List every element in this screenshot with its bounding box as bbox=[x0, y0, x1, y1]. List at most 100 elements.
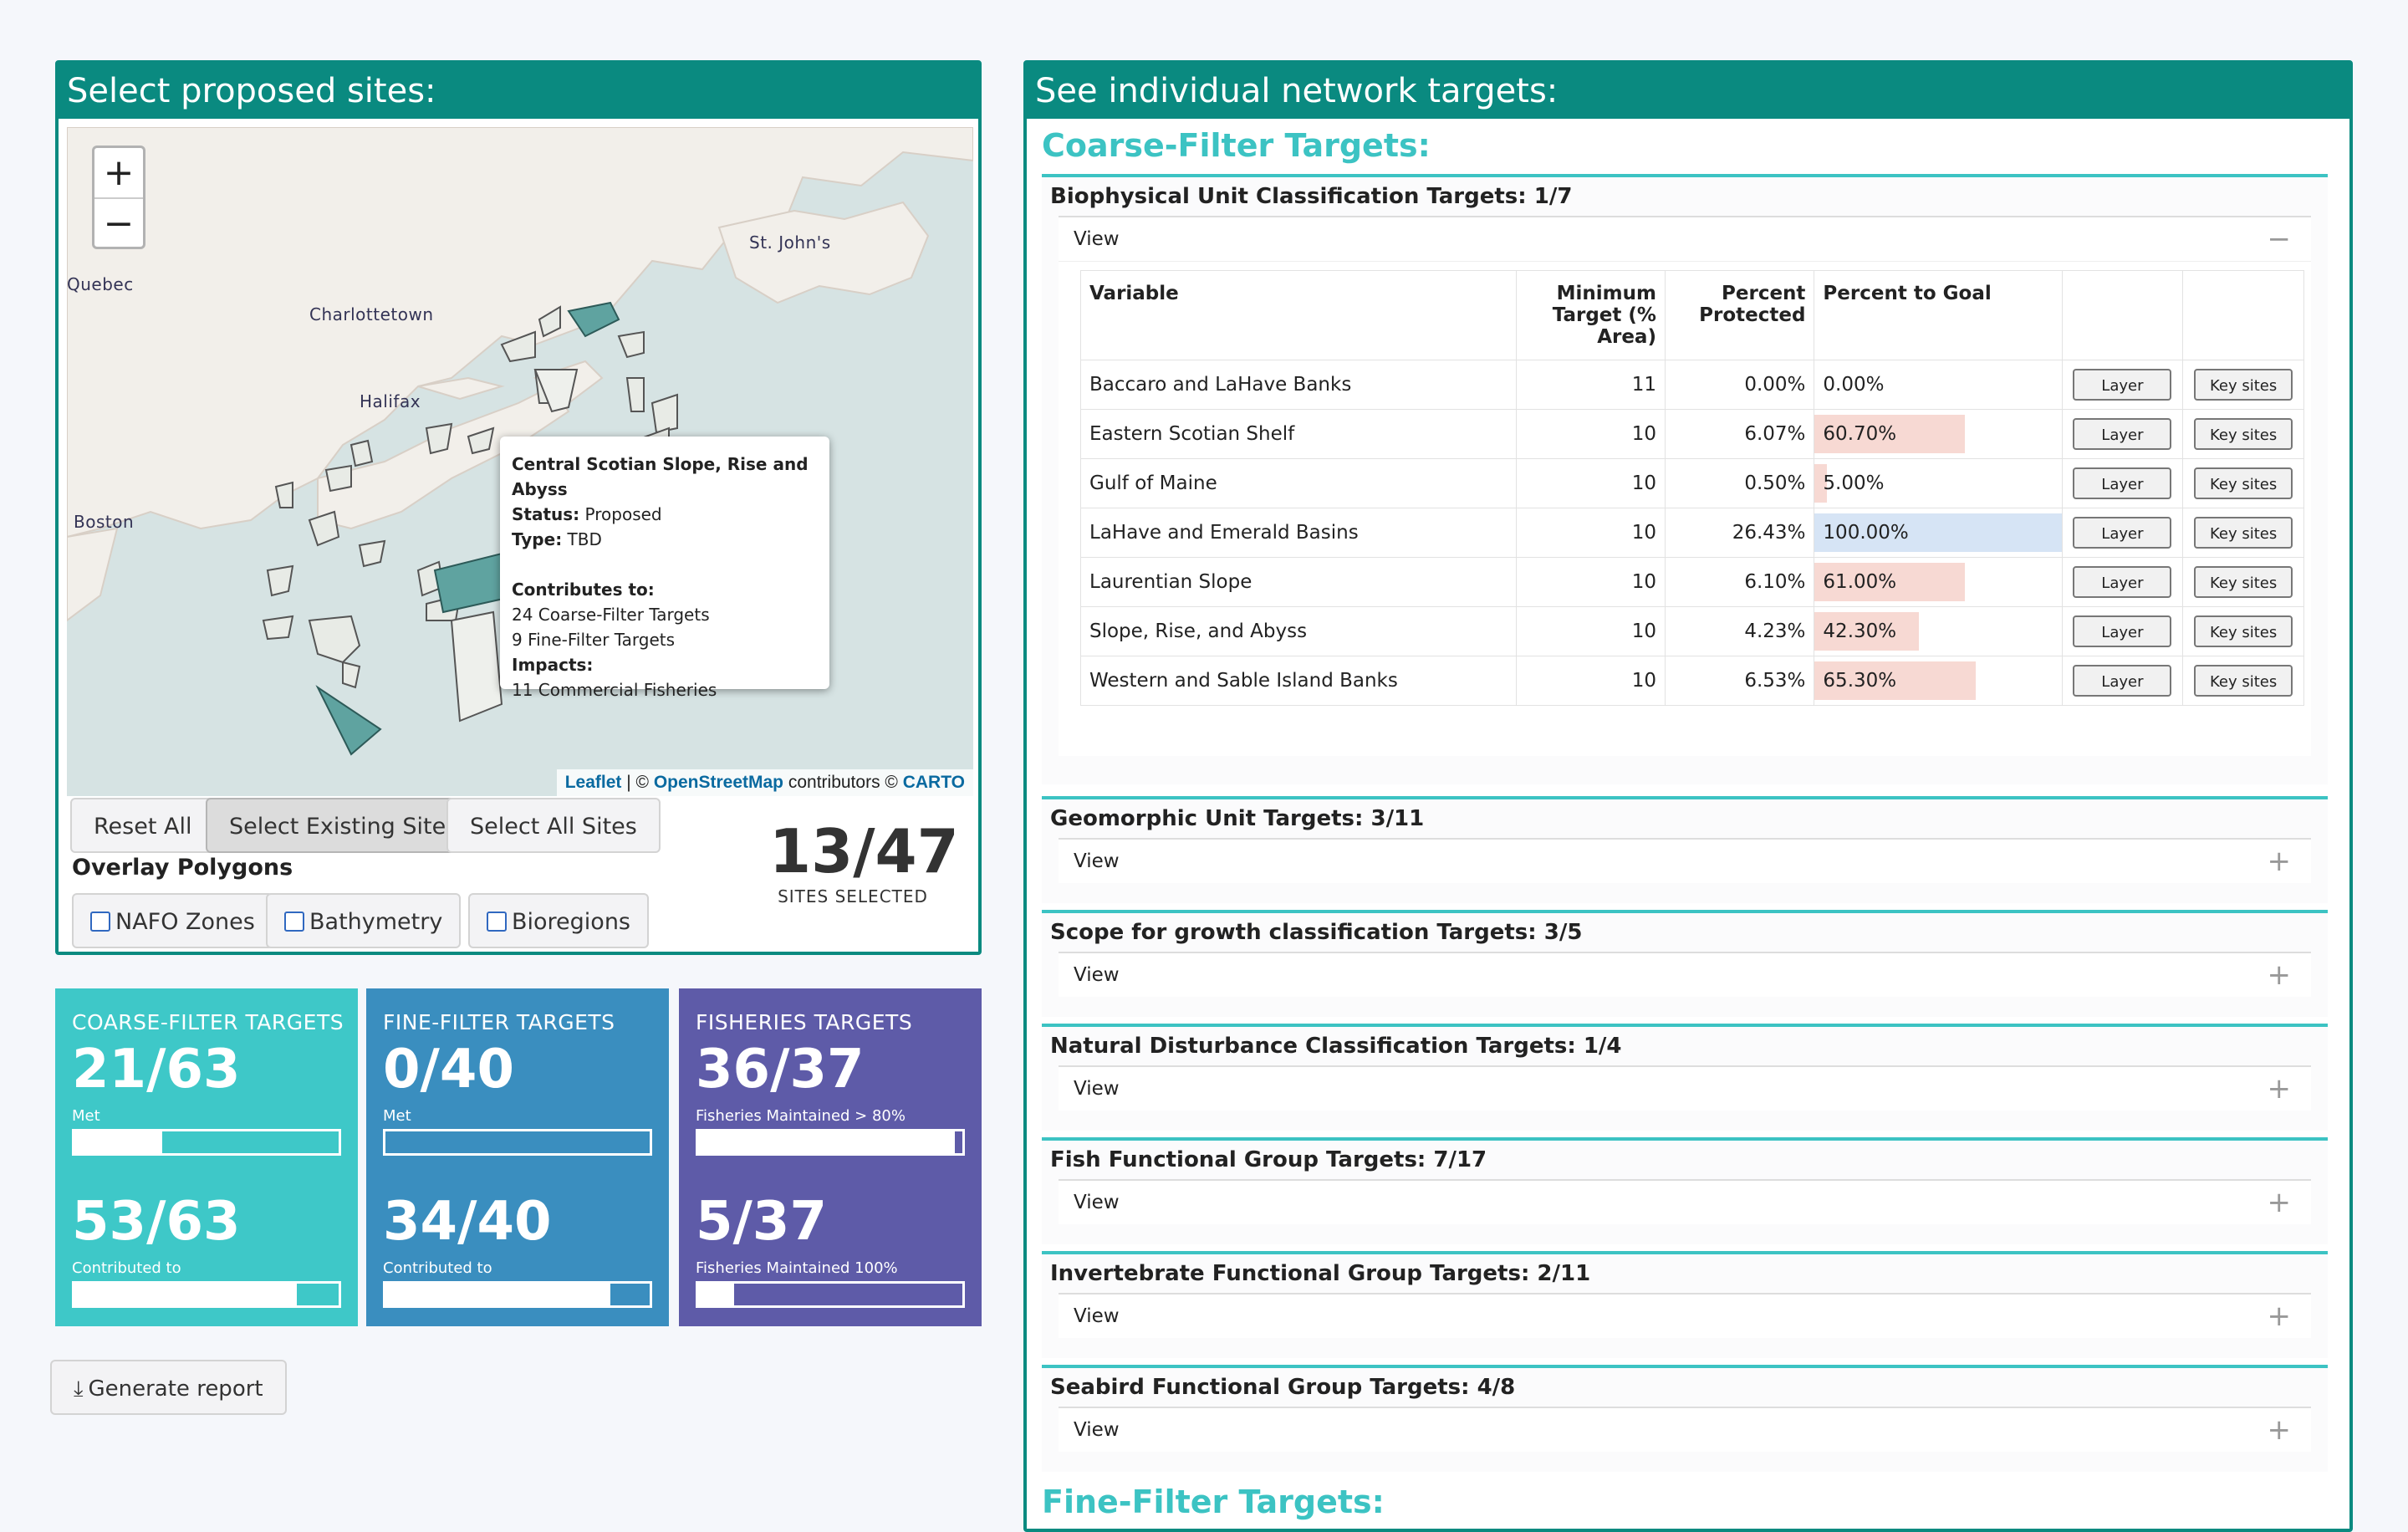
collapse-icon[interactable]: − bbox=[2268, 217, 2292, 261]
accordion-view-toggle[interactable]: View + bbox=[1059, 838, 2311, 883]
accordion-title[interactable]: Natural Disturbance Classification Targe… bbox=[1042, 1027, 2328, 1065]
cell-percent-goal: 60.70% bbox=[1814, 409, 2063, 459]
expand-icon[interactable]: + bbox=[2268, 1408, 2292, 1452]
popup-title: Central Scotian Slope, Rise and Abyss bbox=[512, 454, 809, 499]
accordion-view-toggle[interactable]: View + bbox=[1059, 1065, 2311, 1111]
col-percent-goal[interactable]: Percent to Goal bbox=[1814, 270, 2063, 360]
zoom-control: + − bbox=[92, 146, 145, 249]
site-selection-card: Select proposed sites: + − Quebec Charlo… bbox=[55, 60, 982, 955]
layer-button[interactable]: Layer bbox=[2073, 566, 2172, 598]
site-selection-title: Select proposed sites: bbox=[59, 64, 978, 119]
accordion-title[interactable]: Seabird Functional Group Targets: 4/8 bbox=[1042, 1368, 2328, 1407]
layer-button[interactable]: Layer bbox=[2073, 418, 2172, 450]
table-row: Laurentian Slope 10 6.10% 61.00% Layer Key si… bbox=[1080, 557, 2304, 607]
accordion-seabird-functional: Seabird Functional Group Targets: 4/8 Vie… bbox=[1042, 1365, 2328, 1472]
bioregions-toggle[interactable]: Bioregions bbox=[468, 893, 650, 948]
popup-fine-count: 9 Fine-Filter Targets bbox=[512, 630, 676, 650]
bathymetry-toggle[interactable]: Bathymetry bbox=[266, 893, 462, 948]
col-variable[interactable]: Variable bbox=[1080, 270, 1517, 360]
accordion-view-toggle[interactable]: View − bbox=[1059, 216, 2311, 261]
bioregions-checkbox[interactable] bbox=[487, 912, 507, 932]
key-sites-button[interactable]: Key sites bbox=[2194, 369, 2293, 401]
map-label-halifax: Halifax bbox=[360, 391, 421, 411]
cell-percent-goal: 0.00% bbox=[1814, 360, 2063, 410]
select-existing-sites-button[interactable]: Select Existing Sites bbox=[206, 798, 482, 853]
reset-all-button[interactable]: Reset All bbox=[70, 798, 216, 853]
zoom-in-button[interactable]: + bbox=[94, 148, 143, 199]
fisheries-contrib-progress bbox=[696, 1281, 965, 1308]
carto-link[interactable]: CARTO bbox=[903, 773, 965, 792]
site-popup: Central Scotian Slope, Rise and Abyss St… bbox=[500, 437, 829, 700]
zoom-out-button[interactable]: − bbox=[94, 199, 143, 248]
fine-met-value: 0/40 bbox=[383, 1039, 514, 1100]
map-label-quebec: Quebec bbox=[67, 274, 134, 294]
key-sites-button[interactable]: Key sites bbox=[2194, 517, 2293, 549]
key-sites-button[interactable]: Key sites bbox=[2194, 665, 2293, 697]
key-sites-button[interactable]: Key sites bbox=[2194, 418, 2293, 450]
cell-percent-protected: 6.53% bbox=[1664, 656, 1815, 706]
popup-contributes-label: Contributes to: bbox=[512, 580, 655, 600]
accordion-view-toggle[interactable]: View + bbox=[1059, 952, 2311, 997]
cell-variable: LaHave and Emerald Basins bbox=[1080, 508, 1517, 558]
cell-percent-protected: 6.07% bbox=[1664, 409, 1815, 459]
cell-variable: Slope, Rise, and Abyss bbox=[1080, 606, 1517, 656]
key-sites-button[interactable]: Key sites bbox=[2194, 467, 2293, 499]
accordion-view-toggle[interactable]: View + bbox=[1059, 1293, 2311, 1338]
cell-min-target: 10 bbox=[1515, 508, 1666, 558]
accordion-title[interactable]: Geomorphic Unit Targets: 3/11 bbox=[1042, 799, 2328, 838]
site-polygon bbox=[308, 510, 340, 547]
accordion-view-toggle[interactable]: View + bbox=[1059, 1407, 2311, 1452]
cell-min-target: 10 bbox=[1515, 409, 1666, 459]
accordion-title[interactable]: Fish Functional Group Targets: 7/17 bbox=[1042, 1141, 2328, 1179]
cell-percent-goal: 5.00% bbox=[1814, 458, 2063, 508]
accordion-title[interactable]: Scope for growth classification Targets:… bbox=[1042, 913, 2328, 952]
generate-report-button[interactable]: ⤓ Generate report bbox=[50, 1360, 287, 1415]
fine-stat-title: FINE-FILTER TARGETS bbox=[383, 1010, 615, 1034]
accordion-title[interactable]: Invertebrate Functional Group Targets: 2… bbox=[1042, 1254, 2328, 1293]
nafo-zones-toggle[interactable]: NAFO Zones bbox=[72, 893, 273, 948]
leaflet-link[interactable]: Leaflet bbox=[565, 773, 622, 792]
site-polygon bbox=[425, 422, 453, 455]
layer-button[interactable]: Layer bbox=[2073, 369, 2172, 401]
cell-variable: Laurentian Slope bbox=[1080, 557, 1517, 607]
col-min-target[interactable]: Minimum Target (% Area) bbox=[1515, 270, 1666, 360]
popup-impacts-label: Impacts: bbox=[512, 655, 594, 675]
osm-link[interactable]: OpenStreetMap bbox=[654, 773, 783, 792]
bathymetry-checkbox[interactable] bbox=[284, 912, 304, 932]
accordion-view-toggle[interactable]: View + bbox=[1059, 1179, 2311, 1224]
cell-percent-goal: 42.30% bbox=[1814, 606, 2063, 656]
layer-button[interactable]: Layer bbox=[2073, 615, 2172, 647]
site-polygon bbox=[315, 685, 382, 756]
coarse-contrib-value: 53/63 bbox=[72, 1191, 241, 1253]
table-header-row: Variable Minimum Target (% Area) Percent… bbox=[1080, 270, 2304, 360]
site-polygon bbox=[308, 615, 361, 664]
nafo-checkbox[interactable] bbox=[90, 912, 110, 932]
coarse-filter-section-title: Coarse-Filter Targets: bbox=[1042, 127, 1431, 164]
table-row: Western and Sable Island Banks 10 6.53% 65.… bbox=[1080, 656, 2304, 706]
coarse-met-label: Met bbox=[72, 1107, 100, 1125]
site-polygon bbox=[266, 564, 294, 597]
col-percent-protected[interactable]: Percent Protected bbox=[1664, 270, 1815, 360]
table-row: Baccaro and LaHave Banks 11 0.00% 0.00% Laye… bbox=[1080, 360, 2304, 410]
fisheries-met-value: 36/37 bbox=[696, 1039, 865, 1100]
expand-icon[interactable]: + bbox=[2268, 1181, 2292, 1224]
popup-status: Status: Proposed bbox=[512, 504, 662, 524]
accordion-title[interactable]: Biophysical Unit Classification Targets:… bbox=[1042, 177, 2328, 216]
expand-icon[interactable]: + bbox=[2268, 953, 2292, 997]
expand-icon[interactable]: + bbox=[2268, 840, 2292, 883]
popup-type: Type: TBD bbox=[512, 529, 602, 549]
layer-button[interactable]: Layer bbox=[2073, 467, 2172, 499]
sites-selected-counter: 13/47 SITES SELECTED bbox=[769, 816, 959, 906]
cell-variable: Western and Sable Island Banks bbox=[1080, 656, 1517, 706]
expand-icon[interactable]: + bbox=[2268, 1295, 2292, 1338]
map[interactable]: + − Quebec Charlottetown Halifax Boston … bbox=[67, 127, 973, 796]
key-sites-button[interactable]: Key sites bbox=[2194, 615, 2293, 647]
layer-button[interactable]: Layer bbox=[2073, 517, 2172, 549]
layer-button[interactable]: Layer bbox=[2073, 665, 2172, 697]
map-attribution: Leaflet | © OpenStreetMap contributors ©… bbox=[556, 769, 973, 796]
select-all-sites-button[interactable]: Select All Sites bbox=[446, 798, 661, 853]
key-sites-button[interactable]: Key sites bbox=[2194, 566, 2293, 598]
site-polygon bbox=[342, 661, 361, 689]
expand-icon[interactable]: + bbox=[2268, 1067, 2292, 1111]
fine-filter-stat-box: FINE-FILTER TARGETS 0/40 Met 34/40 Contr… bbox=[366, 988, 669, 1326]
